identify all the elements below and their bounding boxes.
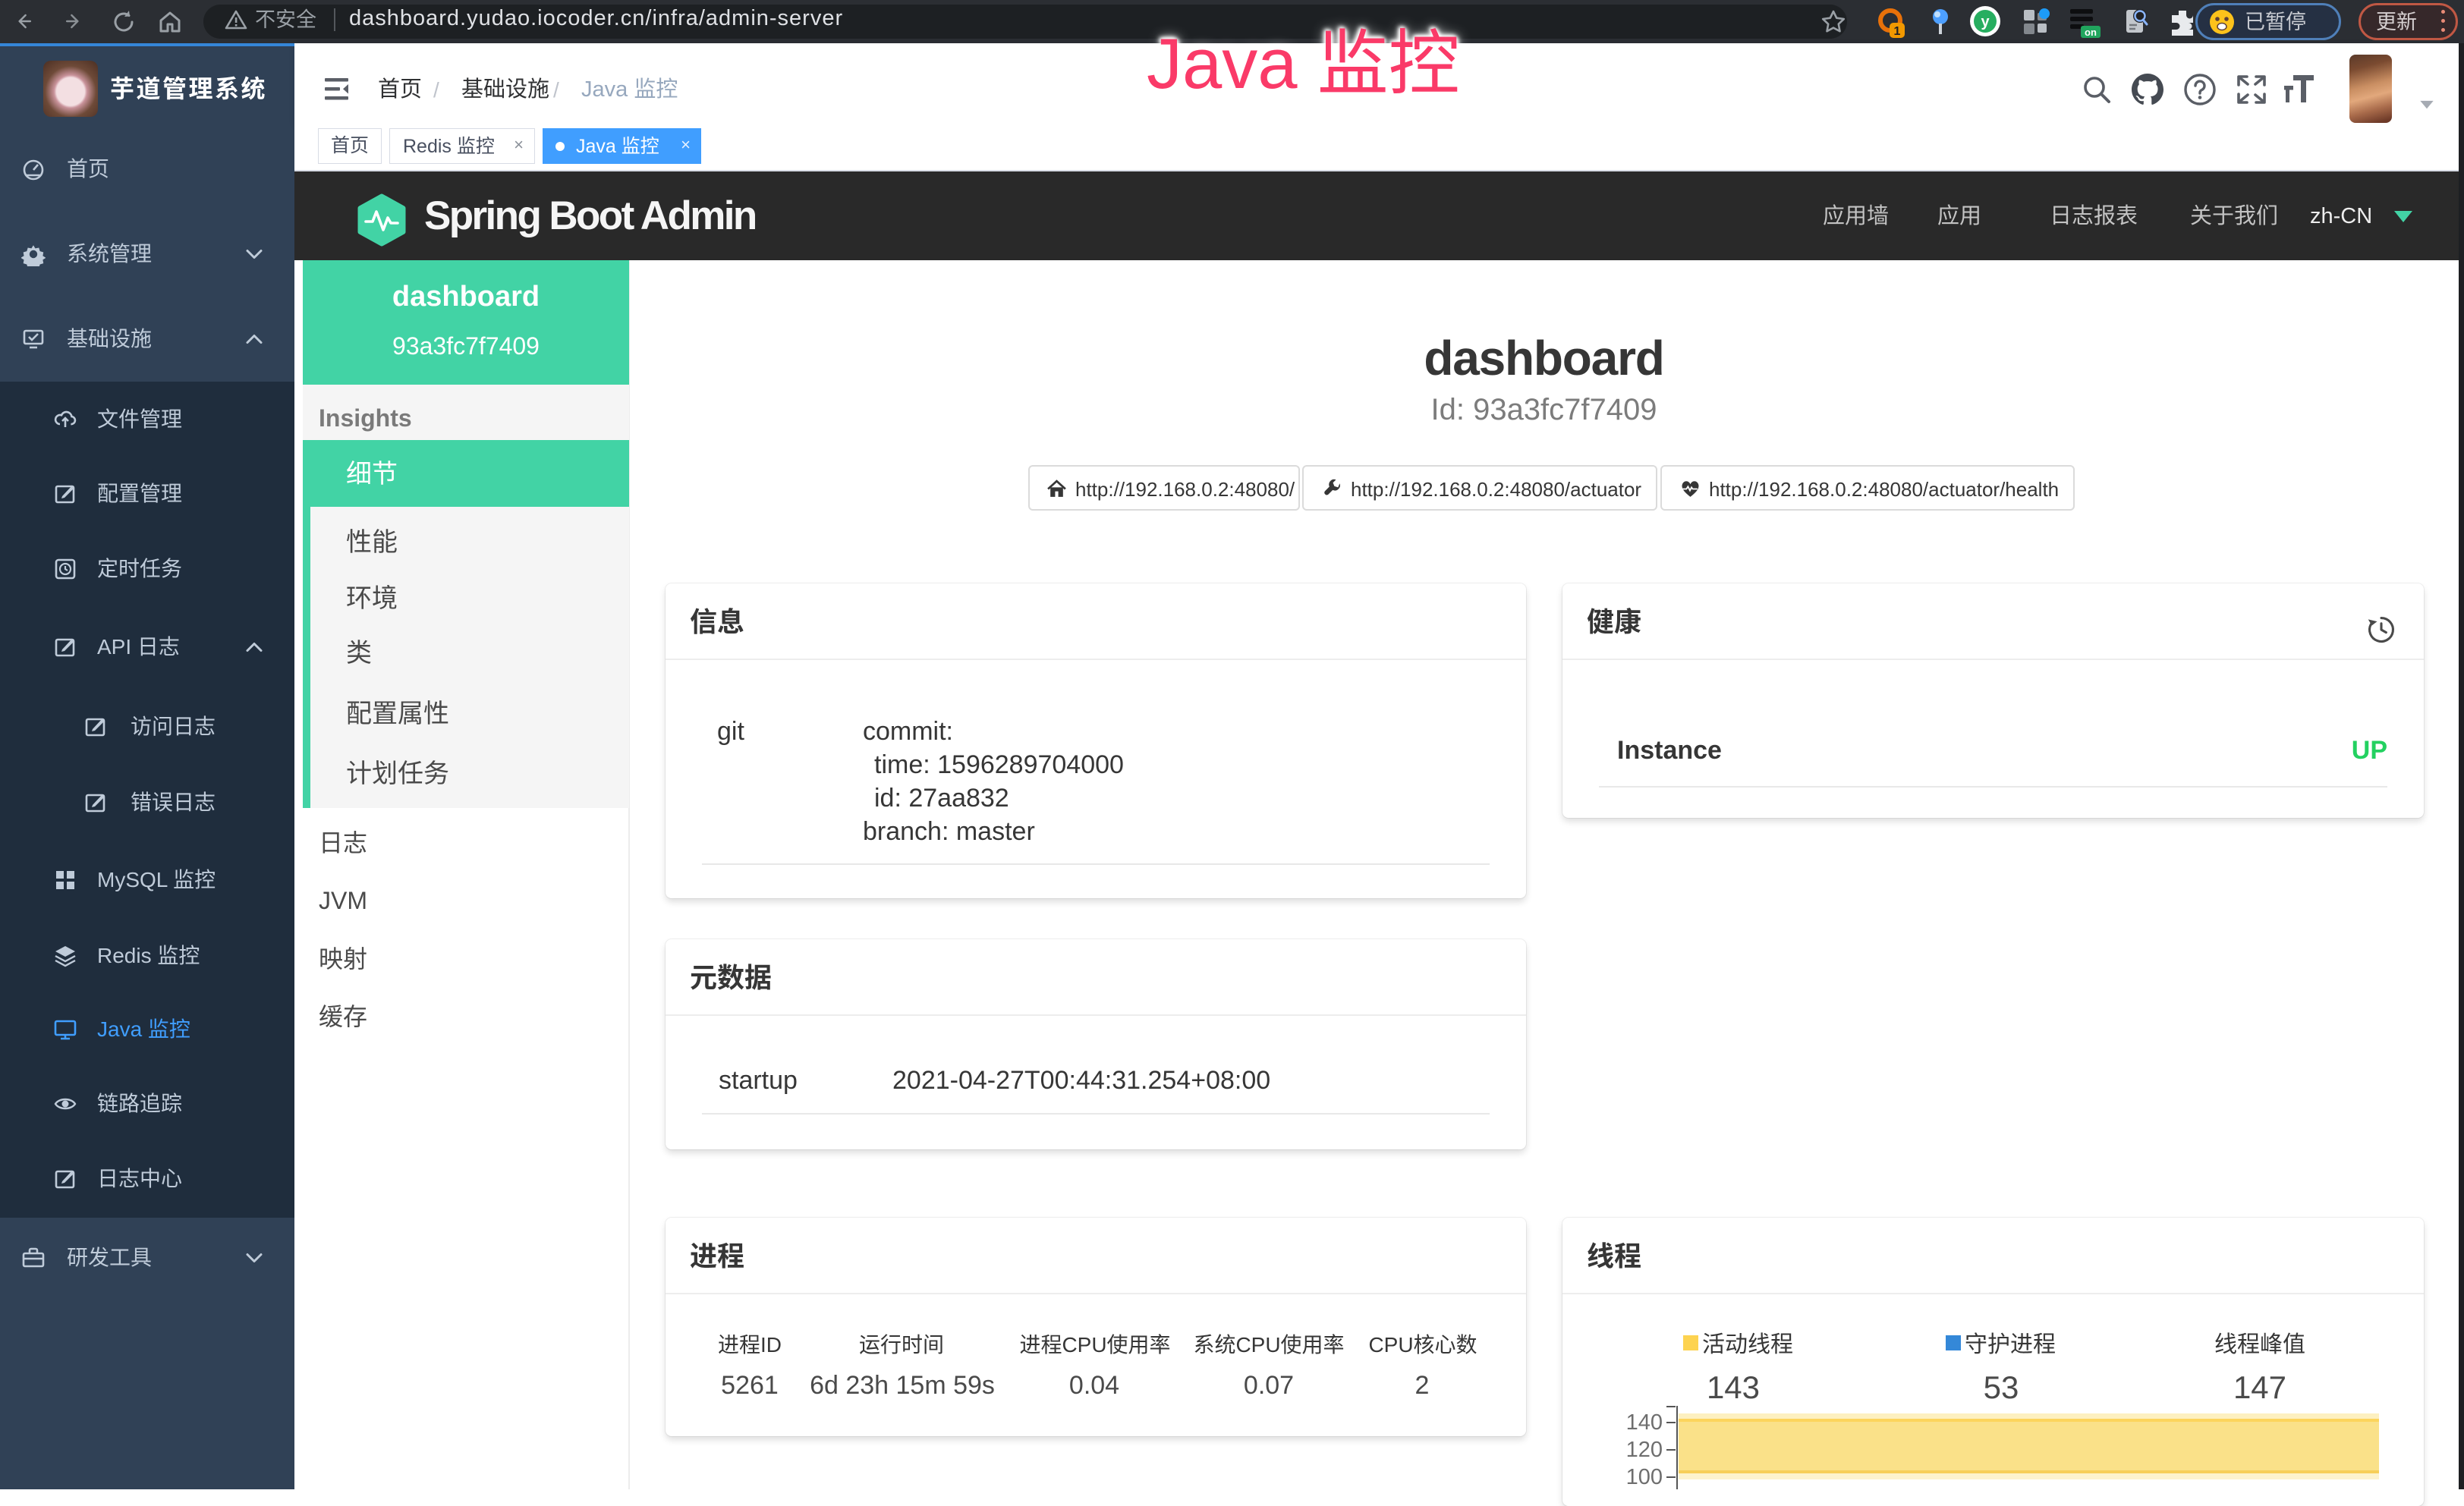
- svg-text:1: 1: [1894, 25, 1901, 38]
- svg-text:y: y: [1981, 14, 1990, 30]
- svg-text:on: on: [2085, 27, 2097, 38]
